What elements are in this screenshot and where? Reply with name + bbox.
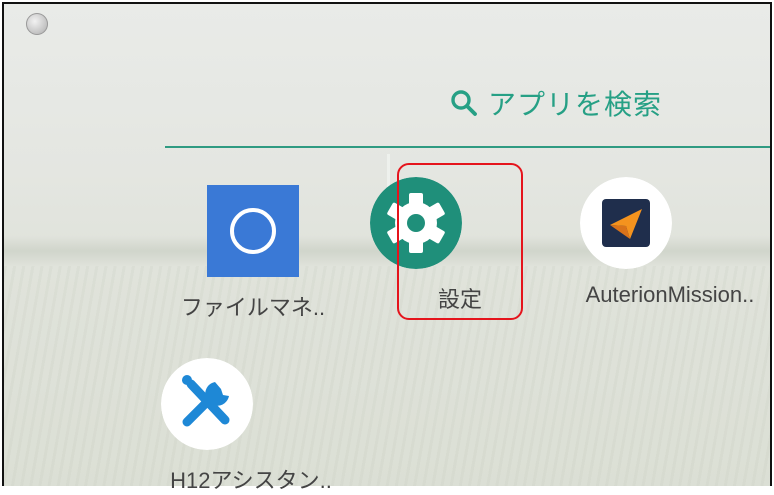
app-auterion-mission[interactable]: AuterionMission..	[580, 177, 760, 308]
app-label-auterion-mission: AuterionMission..	[585, 282, 755, 307]
app-search-bar[interactable]: アプリを検索	[450, 84, 662, 122]
app-settings[interactable]: 設定	[370, 177, 550, 314]
app-label-file-manager: ファイルマネ..	[180, 295, 326, 320]
search-icon	[451, 90, 477, 116]
folder-circle-icon	[207, 185, 299, 277]
file-manager-icon-ring	[230, 208, 276, 254]
gear-icon	[370, 177, 462, 269]
app-label-settings: 設定	[437, 287, 482, 312]
app-h12-assistant[interactable]: H12アシスタン..	[161, 358, 341, 495]
app-label-h12-assistant: H12アシスタン..	[170, 468, 332, 493]
app-file-manager[interactable]: ファイルマネ..	[163, 185, 343, 322]
status-indicator-icon	[26, 13, 48, 35]
search-underline	[165, 146, 770, 148]
search-label: アプリを検索	[488, 89, 663, 120]
auterion-logo-icon	[580, 177, 672, 269]
tools-icon	[161, 358, 253, 450]
